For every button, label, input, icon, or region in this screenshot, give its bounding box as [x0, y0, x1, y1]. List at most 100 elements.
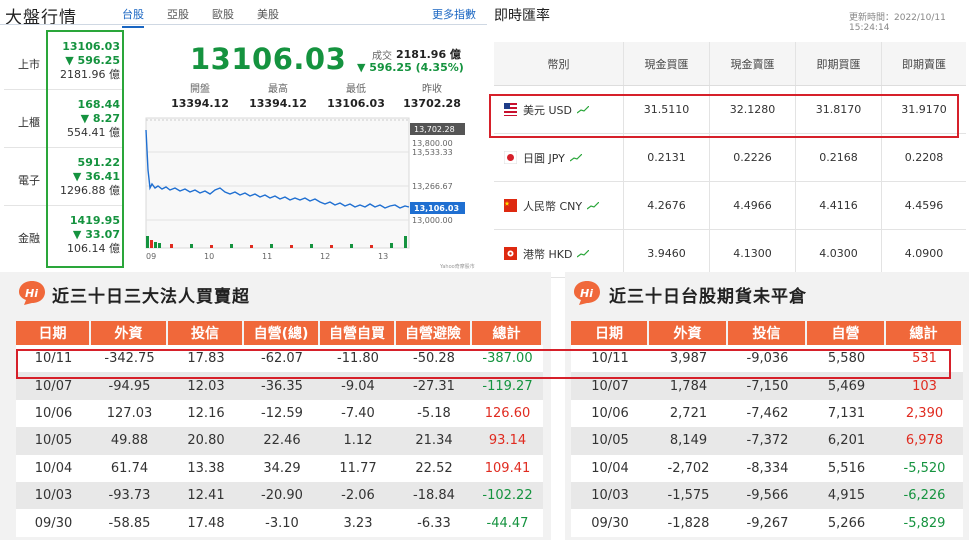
- date-cell: 10/04: [16, 454, 91, 482]
- y-tick-label: 13,533.33: [412, 148, 453, 157]
- hi-badge-icon: Hi: [19, 281, 45, 305]
- cash-sell: 0.2226: [710, 134, 796, 181]
- volume-bar: [270, 244, 273, 248]
- total-cell: 2,390: [886, 399, 963, 428]
- stat-value: 13394.12: [171, 97, 229, 110]
- x-tick-label: 11: [262, 252, 272, 261]
- table-row: 09/30 -58.85 17.48 -3.10 3.23 -6.33 -44.47: [16, 509, 543, 537]
- table-row: 10/03 -93.73 12.41 -20.90 -2.06 -18.84 -102.22: [16, 481, 543, 510]
- intraday-chart[interactable]: 13,800.00 13,533.33 13,266.67 13,000.00 …: [140, 110, 485, 270]
- spot-sell: 4.0900: [904, 247, 944, 260]
- total-cell: 93.14: [472, 427, 543, 455]
- forex-row[interactable]: 港幣 HKD 3.9460 4.1300 4.0300 4.0900: [494, 230, 966, 278]
- stat-value: 13106.03: [327, 97, 385, 110]
- chart-plot-area: [145, 117, 410, 249]
- value-cell: 5,266: [807, 509, 886, 537]
- cash-buy: 3.9460: [624, 230, 710, 277]
- x-tick-label: 09: [146, 252, 156, 261]
- column-header: 投信: [728, 321, 807, 345]
- jp-flag-icon: [504, 151, 517, 164]
- volume-bar: [146, 236, 149, 248]
- tab-asia-stocks[interactable]: 亞股: [167, 6, 189, 26]
- column-header: 總計: [472, 321, 543, 345]
- column-header: 自營避險: [396, 321, 472, 345]
- date-cell: 09/30: [571, 509, 649, 537]
- current-index-value: 13106.03: [190, 42, 347, 76]
- value-cell: -7,372: [728, 427, 807, 455]
- total-cell: 6,978: [886, 427, 963, 455]
- forex-row[interactable]: 人民幣 CNY 4.2676 4.4966 4.4116 4.4596: [494, 182, 966, 230]
- trend-chart-icon[interactable]: [587, 201, 600, 210]
- forex-header-cell: 現金賣匯: [710, 42, 796, 85]
- stat-high: 最高 13394.12: [238, 80, 318, 110]
- date-cell: 10/04: [571, 454, 649, 482]
- trend-chart-icon[interactable]: [569, 153, 582, 162]
- value-cell: -5.18: [396, 399, 472, 428]
- date-cell: 10/03: [571, 481, 649, 510]
- usd-highlight-box: [489, 94, 959, 138]
- column-header: 自營自買: [320, 321, 396, 345]
- forex-header-cell: 幣別: [494, 42, 624, 85]
- volume-bar: [158, 243, 161, 248]
- value-cell: -8,334: [728, 454, 807, 482]
- value-cell: -58.85: [91, 509, 168, 537]
- value-cell: -93.73: [91, 481, 168, 510]
- spot-buy: 4.0300: [796, 230, 882, 277]
- ohlc-stats: 開盤 13394.12 最高 13394.12 最低 13106.03 昨收 1…: [166, 80, 466, 110]
- value-cell: 34.29: [244, 454, 320, 482]
- total-cell: -44.47: [472, 509, 543, 537]
- value-cell: 3.23: [320, 509, 396, 537]
- date-cell: 10/03: [16, 481, 91, 510]
- column-header: 自營: [807, 321, 886, 345]
- institutional-section: Hi 近三十日三大法人買賣超 日期 外資 投信 自營(總) 自營自買 自營避險 總計 10/…: [0, 272, 551, 540]
- index-name: 上市: [18, 58, 40, 71]
- value-cell: 12.41: [168, 481, 244, 510]
- value-cell: -2,702: [649, 454, 728, 482]
- volume-bar: [310, 244, 313, 248]
- more-indices-link[interactable]: 更多指數: [432, 6, 476, 22]
- value-cell: 17.48: [168, 509, 244, 537]
- total-cell: 109.41: [472, 454, 543, 482]
- volume-label: 成交: [372, 51, 392, 62]
- volume-bar: [170, 244, 173, 248]
- value-cell: -18.84: [396, 481, 472, 510]
- volume-bar: [290, 245, 293, 248]
- index-name: 金融: [18, 232, 40, 245]
- value-cell: -6.33: [396, 509, 472, 537]
- tab-us-stocks[interactable]: 美股: [257, 6, 279, 26]
- institutional-title: 近三十日三大法人買賣超: [52, 287, 250, 307]
- table-row: 10/06 2,721 -7,462 7,131 2,390: [571, 399, 963, 428]
- stat-value: 13702.28: [403, 97, 461, 110]
- cash-sell: 4.4966: [710, 182, 796, 229]
- tab-europe-stocks[interactable]: 歐股: [212, 6, 234, 26]
- y-tick-label: 13,800.00: [412, 139, 453, 148]
- volume-bar: [350, 244, 353, 248]
- stat-low: 最低 13106.03: [316, 80, 396, 110]
- trend-chart-icon[interactable]: [577, 249, 590, 258]
- table-row: 10/04 -2,702 -8,334 5,516 -5,520: [571, 454, 963, 482]
- volume-bar: [150, 240, 153, 248]
- table-row: 10/05 49.88 20.80 22.46 1.12 21.34 93.14: [16, 427, 543, 455]
- currency-cell: 人民幣 CNY: [494, 182, 624, 229]
- volume-value: 2181.96 億: [396, 48, 461, 61]
- column-header: 外資: [649, 321, 728, 345]
- value-cell: -12.59: [244, 399, 320, 428]
- date-cell: 10/06: [571, 399, 649, 428]
- value-cell: 12.16: [168, 399, 244, 428]
- value-cell: 22.52: [396, 454, 472, 482]
- forex-row[interactable]: 日圓 JPY 0.2131 0.2226 0.2168 0.2208: [494, 134, 966, 182]
- value-cell: 20.80: [168, 427, 244, 455]
- table-row: 10/06 127.03 12.16 -12.59 -7.40 -5.18 126.60: [16, 399, 543, 428]
- value-cell: 6,201: [807, 427, 886, 455]
- currency-name: 港幣 HKD: [523, 247, 573, 261]
- index-change-value: ▼ 596.25 (4.35%): [357, 61, 464, 74]
- total-cell: -6,226: [886, 481, 963, 510]
- index-name: 電子: [18, 174, 40, 187]
- stat-label: 昨收: [422, 84, 442, 95]
- value-cell: -20.90: [244, 481, 320, 510]
- currency-cell: 日圓 JPY: [494, 134, 624, 181]
- value-cell: 61.74: [91, 454, 168, 482]
- value-cell: 49.88: [91, 427, 168, 455]
- value-cell: -1,575: [649, 481, 728, 510]
- value-cell: -7,462: [728, 399, 807, 428]
